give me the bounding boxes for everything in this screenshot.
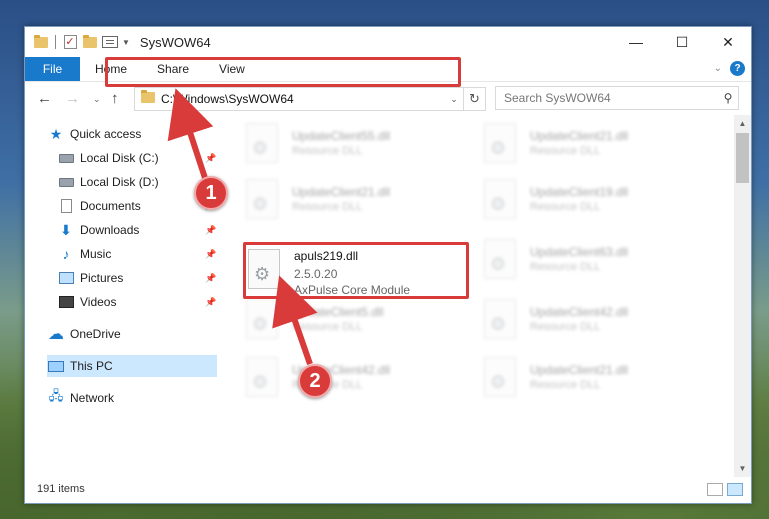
properties-icon[interactable]: ✓ (62, 34, 78, 50)
scroll-up-icon[interactable]: ▲ (734, 115, 751, 132)
pin-icon[interactable]: 📌 (205, 153, 216, 164)
pin-icon[interactable]: 📌 (205, 297, 216, 308)
close-button[interactable]: ✕ (705, 27, 751, 57)
address-bar[interactable]: C:\Windows\SysWOW64 ⌄ ↻ (134, 87, 486, 111)
view-options-icon[interactable] (102, 34, 118, 50)
pin-icon[interactable]: 📌 (205, 225, 216, 236)
search-box[interactable]: Search SysWOW64 ⚲ (495, 86, 739, 110)
download-icon: ⬇ (60, 221, 72, 238)
address-dropdown-icon[interactable]: ⌄ (445, 94, 463, 105)
sidebar-item-label: Documents (80, 199, 141, 213)
window-title: SysWOW64 (139, 34, 211, 50)
search-input[interactable]: Search SysWOW64 (496, 91, 718, 105)
sidebar-item-local-disk-d[interactable]: Local Disk (D:) (57, 171, 159, 193)
minimize-button[interactable]: — (613, 27, 659, 57)
maximize-button[interactable]: ☐ (659, 27, 705, 57)
dll-file-icon (246, 179, 278, 219)
title-bar: ✓ ▼ SysWOW64 — ☐ ✕ (25, 27, 751, 57)
dll-file-icon (246, 357, 278, 397)
sidebar-item-onedrive[interactable]: ☁ OneDrive (47, 323, 121, 345)
sidebar-item-label: Downloads (80, 223, 140, 237)
large-icons-view-icon[interactable] (727, 483, 743, 496)
computer-icon (47, 358, 65, 374)
pin-icon[interactable]: 📌 (205, 273, 216, 284)
refresh-button[interactable]: ↻ (463, 88, 485, 110)
dll-file-icon (484, 357, 516, 397)
sidebar-item-quick-access[interactable]: ★ Quick access (47, 123, 142, 145)
disk-icon (57, 150, 75, 166)
sidebar-item-downloads[interactable]: ⬇ Downloads (57, 219, 139, 241)
sidebar-item-local-disk-c[interactable]: Local Disk (C:) (57, 147, 159, 169)
dll-file-icon (484, 123, 516, 163)
file-highlight-box (243, 242, 469, 299)
scroll-thumb[interactable] (736, 133, 749, 183)
back-button[interactable]: ← (37, 90, 52, 107)
new-folder-icon[interactable] (82, 34, 98, 50)
sidebar-item-music[interactable]: ♪ Music (57, 243, 112, 265)
sidebar-item-label: Network (70, 391, 115, 405)
recent-locations-button[interactable]: ⌄ (93, 94, 101, 105)
list-item[interactable]: UpdateClient55.dll Resource DLL (226, 119, 456, 171)
picture-icon (57, 270, 75, 286)
sidebar-item-label: Local Disk (D:) (80, 175, 159, 189)
forward-button[interactable]: → (65, 90, 80, 107)
navigation-pane: ★ Quick access Local Disk (C:) 📌 Local D… (25, 115, 218, 477)
step-2-badge: 2 (298, 364, 332, 398)
dll-file-icon (246, 299, 278, 339)
star-icon: ★ (49, 125, 63, 142)
vertical-scrollbar[interactable]: ▲ ▼ (734, 115, 751, 477)
toolbar-separator (55, 35, 56, 49)
pin-icon[interactable]: 📌 (205, 249, 216, 260)
folder-icon (141, 90, 155, 106)
list-item[interactable]: UpdateClient42.dll Resource DLL (226, 353, 456, 405)
sidebar-item-network[interactable]: 🖧 Network (47, 387, 114, 409)
up-button[interactable]: ↑ (111, 90, 119, 107)
list-item[interactable]: UpdateClient21.dll Resource DLL (464, 119, 694, 171)
video-icon (57, 294, 75, 310)
music-icon: ♪ (62, 246, 70, 262)
network-icon: 🖧 (48, 388, 64, 403)
sidebar-item-label: Local Disk (C:) (80, 151, 159, 165)
help-icon[interactable]: ? (730, 61, 745, 76)
sidebar-item-label: This PC (70, 359, 113, 373)
item-count: 191 items (37, 483, 85, 495)
sidebar-item-documents[interactable]: Documents (57, 195, 141, 217)
customize-toolbar-icon[interactable]: ▼ (122, 38, 130, 47)
cloud-icon: ☁ (48, 326, 64, 343)
expand-ribbon-icon[interactable]: ⌄ (714, 63, 722, 74)
sidebar-item-pictures[interactable]: Pictures (57, 267, 123, 289)
list-item[interactable]: UpdateClient42.dll Resource DLL (464, 295, 694, 347)
folder-icon[interactable] (33, 34, 49, 50)
list-item[interactable]: UpdateClient63.dll Resource DLL (464, 235, 694, 287)
document-icon (57, 198, 75, 214)
list-item[interactable]: UpdateClient21.dll Resource DLL (464, 353, 694, 405)
sidebar-item-label: OneDrive (70, 327, 121, 341)
status-bar: 191 items (25, 475, 751, 503)
list-item[interactable]: UpdateClient21.dll Resource DLL (226, 175, 456, 227)
list-item[interactable]: UpdateClient19.dll Resource DLL (464, 175, 694, 227)
dll-file-icon (246, 123, 278, 163)
disk-icon (57, 174, 75, 190)
details-view-icon[interactable] (707, 483, 723, 496)
sidebar-item-label: Videos (80, 295, 117, 309)
sidebar-item-label: Quick access (70, 127, 142, 141)
step-1-badge: 1 (194, 176, 228, 210)
address-highlight-box (105, 57, 461, 87)
sidebar-item-label: Music (80, 247, 112, 261)
list-item[interactable]: UpdateClient5.dll Resource DLL (226, 295, 456, 347)
address-path[interactable]: C:\Windows\SysWOW64 (161, 92, 445, 106)
dll-file-icon (484, 299, 516, 339)
sidebar-item-label: Pictures (80, 271, 124, 285)
search-icon[interactable]: ⚲ (718, 91, 738, 105)
quick-access-toolbar: ✓ ▼ (25, 34, 130, 50)
tab-file[interactable]: File (25, 57, 80, 81)
dll-file-icon (484, 239, 516, 279)
sidebar-item-this-pc[interactable]: This PC (47, 355, 217, 377)
dll-file-icon (484, 179, 516, 219)
sidebar-item-videos[interactable]: Videos (57, 291, 116, 313)
